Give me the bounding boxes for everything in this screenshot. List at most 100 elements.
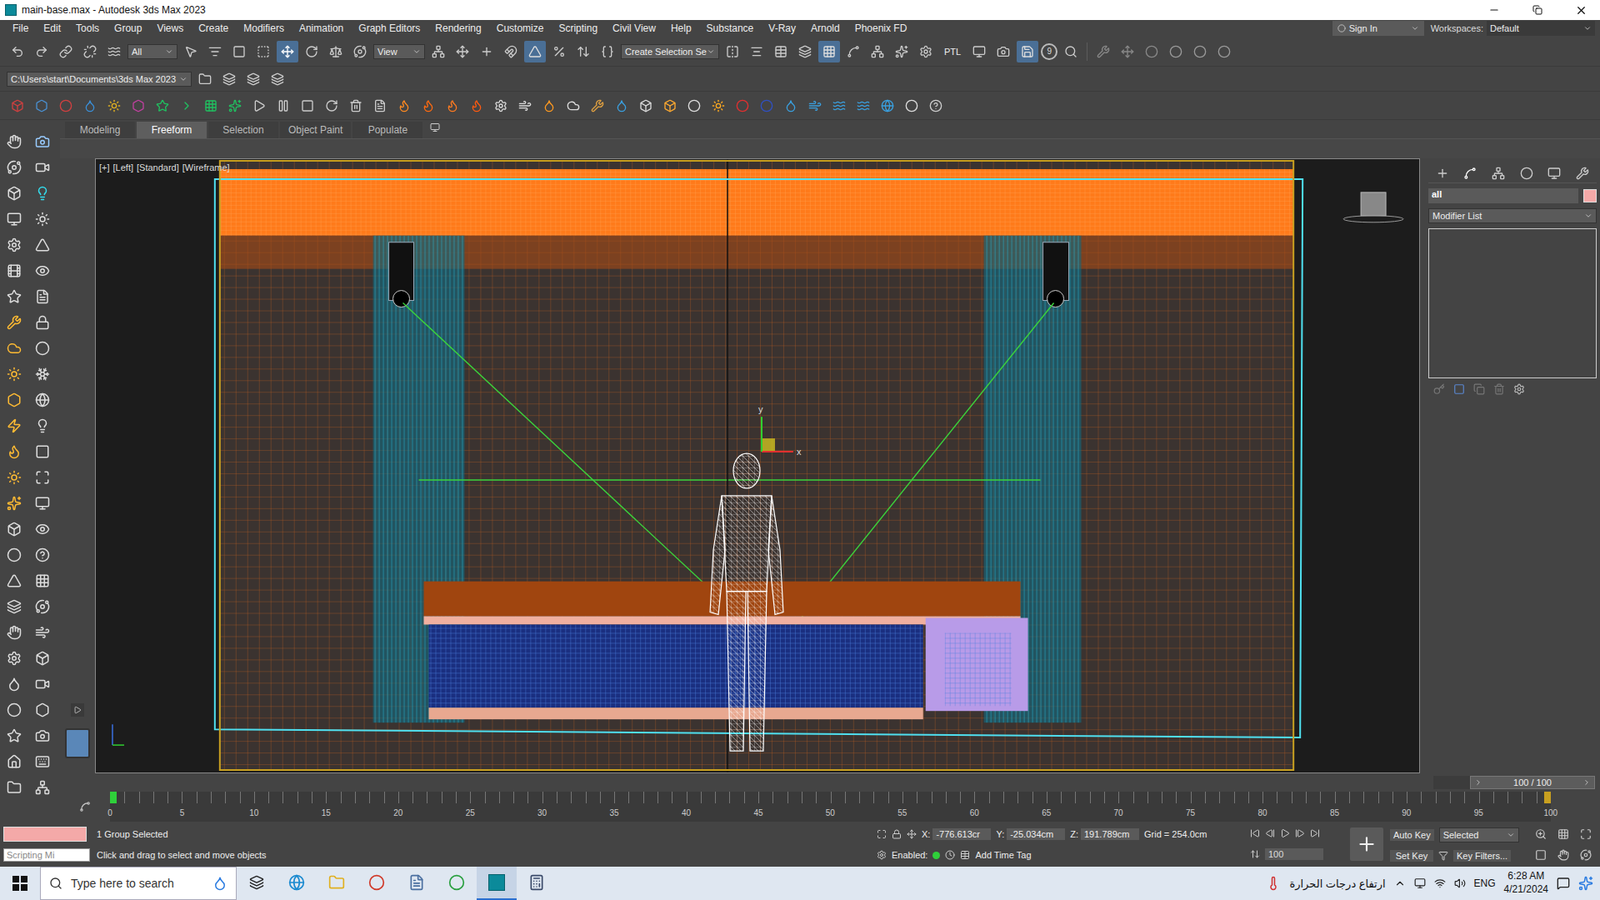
box-2-button[interactable] <box>31 647 54 670</box>
selection-filter-dropdown[interactable]: All <box>127 44 178 60</box>
phoenix-spin-button[interactable] <box>780 95 802 117</box>
green-app-button[interactable] <box>436 866 477 900</box>
vray-pause-button[interactable] <box>272 95 295 117</box>
explorer-button[interactable] <box>316 866 357 900</box>
vray-spark-button[interactable] <box>224 95 246 117</box>
notes-button[interactable] <box>396 866 437 900</box>
task-view-button[interactable] <box>236 866 277 900</box>
phoenix-liquid-button[interactable] <box>610 95 633 117</box>
ribbon-tab[interactable]: Modeling <box>65 121 135 139</box>
maximize-button[interactable] <box>31 466 54 489</box>
vray-mesh-button[interactable] <box>127 95 150 117</box>
phoenix-waves-button[interactable] <box>852 95 875 117</box>
viewport-label-item[interactable]: [+] <box>99 162 110 173</box>
star-2-button[interactable] <box>3 725 25 747</box>
modifier-list-dropdown[interactable]: Modifier List <box>1428 208 1597 224</box>
time-slider-thumb[interactable]: 100 / 100 <box>1470 775 1595 790</box>
3dsmax-button[interactable] <box>476 866 517 900</box>
calculator-button[interactable] <box>516 866 557 900</box>
angle-snap-button[interactable] <box>524 40 546 63</box>
project-layers-3-button[interactable] <box>266 68 289 90</box>
time-slider[interactable]: 100 / 100 <box>1433 775 1595 790</box>
expand-button[interactable] <box>70 703 85 717</box>
current-frame-field[interactable]: 100 <box>1265 848 1324 860</box>
menu-item[interactable]: Rendering <box>427 22 489 35</box>
viewport-left[interactable]: xy[+][Left][Standard][Wireframe] <box>95 158 1420 774</box>
star-button[interactable] <box>3 285 25 308</box>
add-time-tag-button[interactable]: Add Time Tag <box>975 850 1031 860</box>
sun-button[interactable] <box>31 208 54 230</box>
coordinate-field[interactable]: X:-776.613cr <box>921 828 991 840</box>
sphere-button[interactable] <box>3 699 25 721</box>
taskbar-search[interactable]: Type here to search <box>40 866 237 900</box>
unlink-button[interactable] <box>79 40 101 63</box>
phoenix-burn-button[interactable] <box>441 95 464 117</box>
menu-item[interactable]: Civil View <box>605 22 664 35</box>
schematic-view-button[interactable] <box>866 40 889 63</box>
film-button[interactable] <box>3 260 25 282</box>
vray-light-button[interactable] <box>151 95 174 117</box>
camera-2-button[interactable] <box>31 725 54 747</box>
vray-log-button[interactable] <box>369 95 391 117</box>
help-button[interactable] <box>925 95 947 117</box>
pan-button[interactable] <box>3 130 25 153</box>
start-button[interactable] <box>0 866 40 900</box>
tool-e-button[interactable] <box>1189 40 1211 63</box>
folder-button[interactable] <box>3 776 25 799</box>
layer-explorer-button[interactable] <box>794 40 816 63</box>
phoenix-box-button[interactable] <box>635 95 657 117</box>
phoenix-bowl-button[interactable] <box>683 95 705 117</box>
settings-button[interactable] <box>3 234 25 256</box>
tool-f-button[interactable] <box>1213 40 1235 63</box>
phoenix-cloud-button[interactable] <box>562 95 585 117</box>
viewcube-icon[interactable] <box>1343 192 1404 223</box>
display-button[interactable] <box>3 208 25 230</box>
workspace-selector[interactable]: Workspaces:Default <box>1430 20 1600 36</box>
spinner-snap-button[interactable] <box>572 40 595 63</box>
minimize-button[interactable] <box>1475 0 1514 20</box>
cone-button[interactable] <box>31 234 54 256</box>
menu-item[interactable]: Views <box>149 22 191 35</box>
screen-button[interactable] <box>31 492 54 515</box>
rotate-button[interactable] <box>300 40 323 63</box>
globe-button[interactable] <box>31 389 54 411</box>
align-button[interactable] <box>745 40 768 63</box>
light-button[interactable] <box>31 182 54 205</box>
vray-arrow-button[interactable] <box>175 95 198 117</box>
sun-yellow-button[interactable] <box>3 363 25 385</box>
orbit-2-button[interactable] <box>31 595 54 618</box>
script-listener-field[interactable]: Scripting Mi <box>3 848 90 862</box>
vray-stop-button[interactable] <box>296 95 319 117</box>
menu-item[interactable]: Tools <box>68 22 107 35</box>
sun-bright-button[interactable] <box>3 466 25 489</box>
sparkle-button[interactable] <box>3 492 25 515</box>
snow-button[interactable] <box>31 363 54 385</box>
menu-item[interactable]: Arnold <box>803 22 848 35</box>
camera-button[interactable] <box>31 130 54 153</box>
orbit-button[interactable] <box>3 156 25 179</box>
key-filters-button[interactable]: Key Filters... <box>1453 850 1511 862</box>
vray-refresh-button[interactable] <box>320 95 343 117</box>
hand-button[interactable] <box>3 621 25 644</box>
named-selection-dropdown[interactable]: Create Selection Se <box>620 44 720 60</box>
ribbon-tab[interactable]: Freeform <box>136 121 207 139</box>
restore-button[interactable] <box>1518 0 1557 20</box>
ribbon-toggle-button[interactable] <box>818 40 840 63</box>
sign-in-button[interactable]: Sign In <box>1332 20 1425 36</box>
track-ruler[interactable]: 0510152025303540455055606570758085909510… <box>110 791 1551 822</box>
object-color-swatch[interactable] <box>1583 189 1597 203</box>
menu-item[interactable]: Scripting <box>550 22 605 35</box>
net-button[interactable] <box>31 776 54 799</box>
phoenix-explosion-button[interactable] <box>465 95 488 117</box>
home-button[interactable] <box>3 750 25 773</box>
modifier-stack[interactable] <box>1428 228 1597 379</box>
menu-item[interactable]: Group <box>106 22 150 35</box>
menu-item[interactable]: Edit <box>35 22 69 35</box>
scale-button[interactable] <box>325 40 347 63</box>
phoenix-sun-button[interactable] <box>707 95 730 117</box>
vray-sphere-button[interactable] <box>55 95 77 117</box>
ribbon-tab[interactable]: Selection <box>208 121 279 139</box>
bind-space-warp-button[interactable] <box>103 40 125 63</box>
scene-wireframe[interactable]: xy <box>95 159 1420 773</box>
auto-key-button[interactable]: Auto Key <box>1390 829 1435 841</box>
